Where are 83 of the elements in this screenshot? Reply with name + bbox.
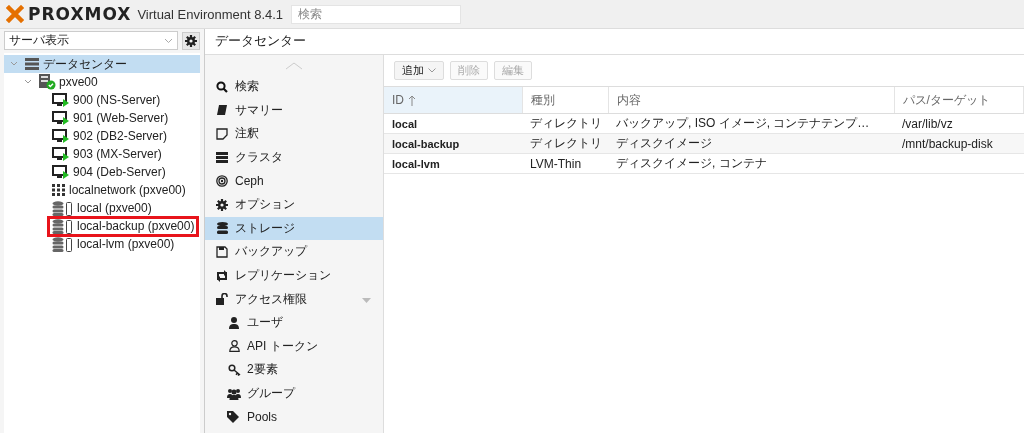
key-icon: [227, 363, 241, 376]
database-device-icon: [52, 200, 74, 216]
nav-item[interactable]: ストレージ: [205, 216, 383, 241]
search-icon: [216, 80, 228, 93]
tree-item[interactable]: local-backup (pxve00): [50, 218, 197, 234]
nav-item[interactable]: Ceph: [205, 169, 383, 193]
nav-item[interactable]: Pools: [205, 405, 383, 429]
server-check-icon: [38, 74, 56, 90]
monitor-play-icon: [52, 147, 70, 161]
x-logo-icon: [6, 5, 24, 23]
tree-item[interactable]: local-lvm (pxve00): [50, 236, 177, 252]
toolbar-button[interactable]: 追加: [394, 61, 444, 80]
grid-icon: [52, 184, 66, 196]
monitor-play-icon: [52, 165, 70, 179]
table-cell: ディスクイメージ: [616, 136, 712, 150]
sort-up-arrow-icon: [408, 94, 416, 106]
tree-item[interactable]: 904 (Deb-Server): [50, 165, 168, 179]
column-header[interactable]: パス/ターゲット: [894, 87, 1024, 114]
server-rack-icon: [24, 58, 40, 70]
table-cell: LVM-Thin: [530, 156, 582, 171]
nav-item[interactable]: クラスタ: [205, 145, 383, 170]
user-outline-icon: [228, 340, 240, 353]
tree-item[interactable]: 900 (NS-Server): [50, 93, 163, 107]
chevron-down-icon: [428, 68, 436, 73]
monitor-play-icon: [52, 93, 70, 107]
table-cell: /var/lib/vz: [902, 116, 953, 131]
panel-title: データセンター: [205, 29, 1024, 55]
tree-item[interactable]: 903 (MX-Server): [50, 147, 164, 161]
view-select[interactable]: サーバ表示: [4, 31, 178, 50]
nav-item[interactable]: 検索: [205, 75, 383, 99]
table-cell: ディスクイメージ, コンテナ: [616, 156, 767, 170]
ceph-icon: [216, 175, 228, 188]
unlock-icon: [215, 293, 229, 306]
user-icon: [229, 316, 239, 329]
table-cell: local-backup: [392, 137, 460, 150]
tree-item[interactable]: pxve00: [36, 74, 100, 90]
table-cell: /mnt/backup-disk: [902, 136, 993, 151]
server-icon: [216, 152, 228, 164]
column-header[interactable]: 内容: [608, 87, 894, 114]
nav-item[interactable]: API トークン: [205, 334, 383, 359]
book-icon: [216, 104, 228, 117]
users-icon: [227, 387, 241, 400]
monitor-play-icon: [52, 111, 70, 125]
column-header[interactable]: 種別: [522, 87, 608, 114]
tree-item[interactable]: local (pxve00): [50, 200, 154, 216]
tree-item[interactable]: 902 (DB2-Server): [50, 129, 170, 143]
nav-item[interactable]: ユーザ: [205, 310, 383, 335]
table-cell: local-lvm: [392, 157, 440, 170]
nav-item[interactable]: 2要素: [205, 358, 383, 382]
nav-item[interactable]: オプション: [205, 192, 383, 217]
repeat-arrows-icon: [215, 269, 229, 282]
nav-item[interactable]: 注釈: [205, 122, 383, 146]
logo-text: PROXMOX: [28, 4, 132, 24]
nav-item[interactable]: バックアップ: [205, 240, 383, 264]
scroll-up-icon[interactable]: [285, 62, 303, 70]
sticky-note-icon: [216, 128, 228, 140]
nav-item[interactable]: アクセス権限: [205, 287, 383, 311]
table-cell: ディレクトリ: [530, 116, 602, 130]
chevron-down-icon[interactable]: [10, 61, 18, 67]
gear-icon: [216, 198, 228, 211]
table-cell: バックアップ, ISO イメージ, コンテナテンプ…: [616, 116, 870, 130]
chevron-down-icon: [164, 37, 173, 44]
tree-item[interactable]: 901 (Web-Server): [50, 111, 171, 125]
nav-item[interactable]: グループ: [205, 381, 383, 406]
column-header[interactable]: ID: [384, 87, 522, 114]
table-cell: ディレクトリ: [530, 136, 602, 150]
product-name: Virtual Environment 8.4.1: [137, 6, 284, 22]
database-device-icon: [52, 218, 74, 234]
tags-icon: [227, 411, 241, 424]
nav-item[interactable]: レプリケーション: [205, 263, 383, 288]
nav-item[interactable]: サマリー: [205, 98, 383, 123]
search-field[interactable]: 検索: [291, 4, 462, 24]
table-cell: local: [392, 117, 418, 130]
chevron-down-icon[interactable]: [24, 79, 32, 85]
database-device-icon: [52, 236, 74, 252]
tree-item[interactable]: データセンター: [22, 55, 129, 73]
tree-item[interactable]: localnetwork (pxve00): [50, 183, 188, 197]
settings-button[interactable]: [182, 31, 200, 50]
database-icon: [216, 222, 228, 235]
floppy-icon: [216, 245, 228, 258]
settings-icon: [185, 34, 197, 47]
monitor-play-icon: [52, 129, 70, 143]
caret-down-icon[interactable]: [362, 298, 371, 304]
